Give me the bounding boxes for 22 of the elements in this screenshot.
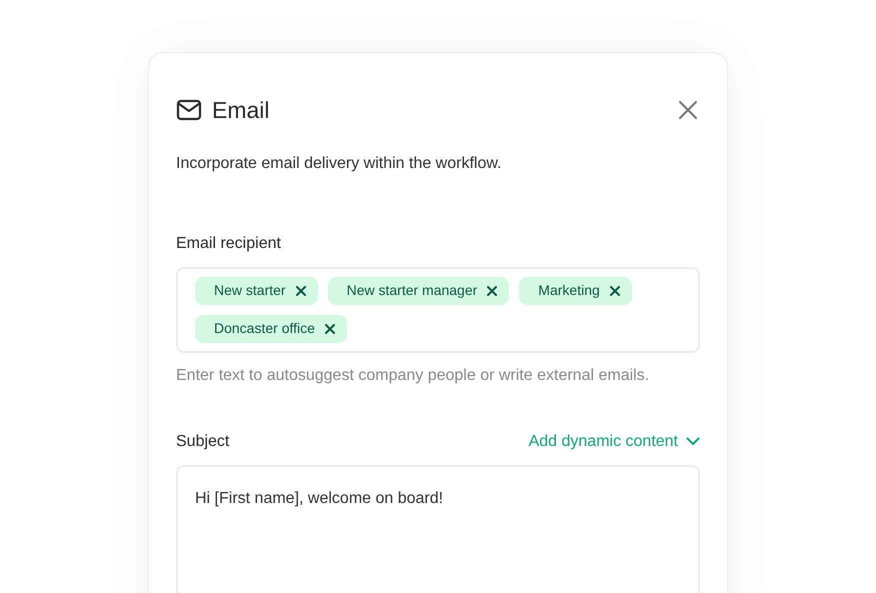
recipient-chip[interactable]: New starter manager <box>328 276 510 304</box>
chip-label: New starter manager <box>346 281 478 300</box>
chip-label: Marketing <box>538 281 600 300</box>
subject-field[interactable]: Hi [First name], welcome on board! <box>176 464 700 593</box>
help-text: Enter text to autosuggest company people or write external emails. <box>176 366 650 386</box>
remove-icon[interactable] <box>487 286 498 296</box>
recipient-chip[interactable]: Doncaster office <box>195 314 347 342</box>
recipient-chip[interactable]: Marketing <box>519 276 632 304</box>
recipient-field[interactable]: New starter New starter manager Marketing Doncaster office <box>176 266 700 352</box>
chip-label: Doncaster office <box>214 319 315 338</box>
recipient-chip[interactable]: New starter <box>195 276 318 304</box>
close-icon <box>678 100 698 120</box>
dialog-title: Email <box>212 96 270 125</box>
remove-icon[interactable] <box>324 324 335 334</box>
remove-icon[interactable] <box>610 286 620 296</box>
field-label: Subject <box>176 432 230 452</box>
remove-icon[interactable] <box>296 286 306 296</box>
chip-label: New starter <box>214 281 286 300</box>
dialog-description: Incorporate email delivery within the workflow. <box>176 154 502 174</box>
field-label: Email recipient <box>176 234 282 254</box>
envelope-icon <box>176 99 202 122</box>
chevron-down-icon <box>686 437 700 446</box>
